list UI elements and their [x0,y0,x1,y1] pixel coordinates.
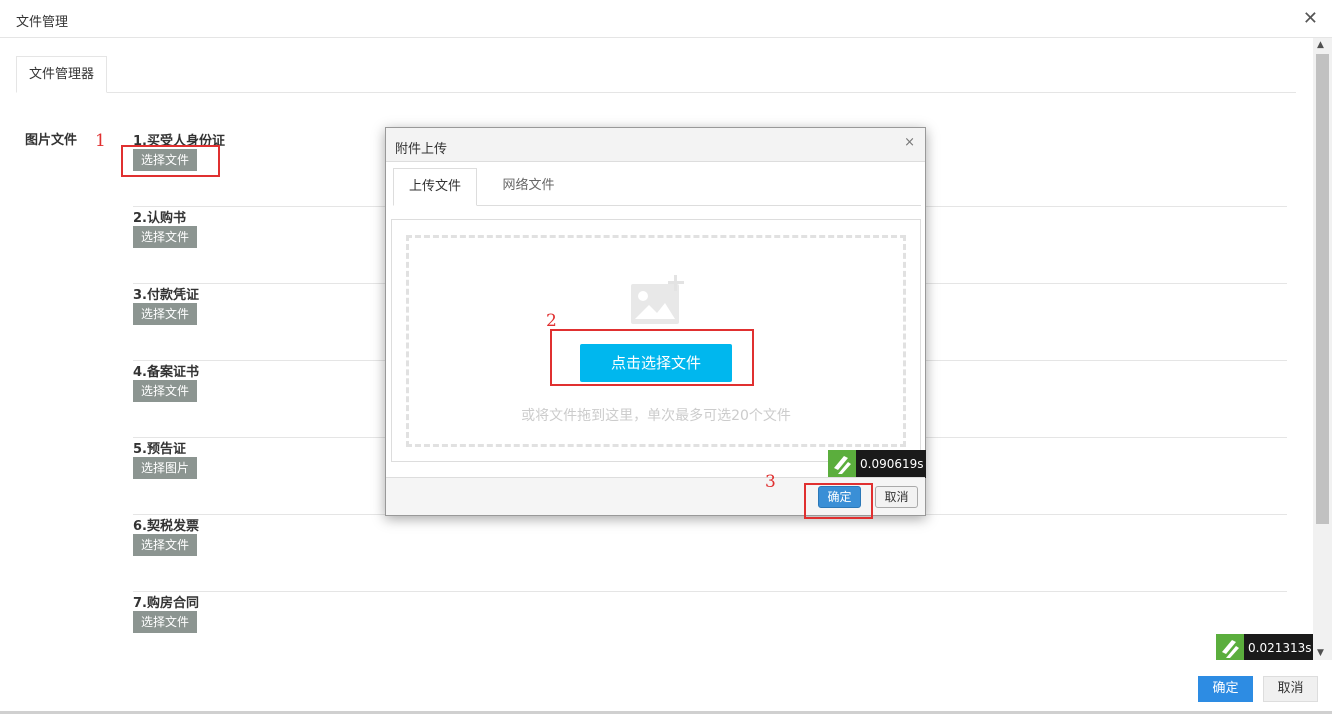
vertical-scrollbar[interactable]: ▲ ▼ [1313,38,1332,660]
dialog-timer-badge: 0.090619s [828,450,926,478]
scroll-up-arrow-icon[interactable]: ▲ [1317,40,1324,50]
item-title: 4.备案证书 [133,365,199,380]
dialog-cancel-button[interactable]: 取消 [875,486,918,508]
scroll-down-arrow-icon[interactable]: ▼ [1317,648,1324,658]
ok-button[interactable]: 确定 [1198,676,1253,702]
annotation-box-3 [804,483,873,519]
dialog-title: 附件上传 [395,142,448,157]
section-label: 图片文件 [25,133,78,148]
timer-text: 0.090619s [860,457,924,471]
image-add-icon [631,275,684,324]
list-item: 6.契税发票 选择文件 [133,515,1287,592]
scroll-thumb[interactable] [1316,54,1329,524]
tab-upload-file[interactable]: 上传文件 [393,168,477,206]
timer-text: 0.021313s [1248,641,1312,655]
select-file-button[interactable]: 选择文件 [133,534,197,556]
drop-hint: 或将文件拖到这里，单次最多可选20个文件 [521,408,791,424]
tab-network-file[interactable]: 网络文件 [481,168,576,206]
annotation-box-2 [550,329,754,386]
item-title: 7.购房合同 [133,596,199,611]
list-item: 7.购房合同 选择文件 [133,592,1287,669]
item-title: 3.付款凭证 [133,288,199,303]
dialog-header: 附件上传 × [386,128,925,162]
item-title: 2.认购书 [133,211,186,226]
timer-logo-icon [828,450,856,478]
item-title: 6.契税发票 [133,519,199,534]
dialog-tab-bar: 上传文件 网络文件 [393,168,921,206]
footer-bar: 确定 取消 [0,660,1332,714]
dialog-close-icon[interactable]: × [904,135,915,150]
tab-file-manager[interactable]: 文件管理器 [16,56,107,93]
close-icon[interactable]: ✕ [1303,8,1318,30]
tab-bar: 文件管理器 [16,56,1296,93]
window-header: 文件管理 ✕ [0,0,1332,38]
select-file-button[interactable]: 选择文件 [133,611,197,633]
select-file-button[interactable]: 选择文件 [133,226,197,248]
upload-dialog: 附件上传 × 上传文件 网络文件 点击选择文件 或将文件拖到这里，单次最多可选2… [385,127,926,516]
annotation-box-1 [121,145,220,177]
timer-logo-icon [1216,634,1244,662]
annotation-number-1: 1 [95,131,106,151]
annotation-number-3: 3 [765,472,776,492]
window-title: 文件管理 [16,15,69,30]
page-timer-badge: 0.021313s [1216,634,1313,662]
select-image-button[interactable]: 选择图片 [133,457,197,479]
item-title: 5.预告证 [133,442,186,457]
select-file-button[interactable]: 选择文件 [133,380,197,402]
select-file-button[interactable]: 选择文件 [133,303,197,325]
cancel-button[interactable]: 取消 [1263,676,1318,702]
annotation-number-2: 2 [546,311,557,331]
